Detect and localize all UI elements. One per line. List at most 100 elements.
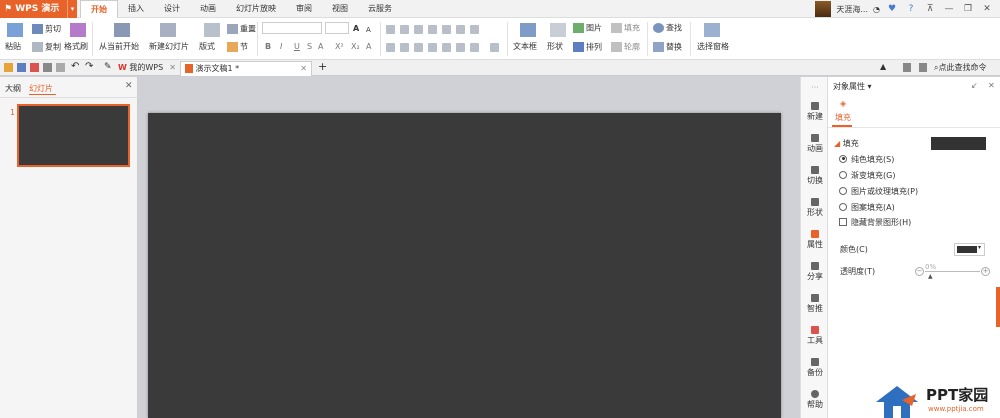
- align-bottom-icon[interactable]: [470, 43, 479, 52]
- tab-close-icon[interactable]: ✕: [300, 62, 307, 76]
- app-menu-button[interactable]: ⚑ WPS 演示 ▾: [0, 0, 77, 18]
- new-slide-button[interactable]: 新建幻灯片: [149, 42, 189, 52]
- textbox-button[interactable]: 文本框: [513, 42, 537, 52]
- paste-button[interactable]: 粘贴: [5, 42, 21, 52]
- align-left-icon[interactable]: [386, 43, 395, 52]
- tab-my-wps[interactable]: W 我的WPS ✕: [114, 61, 180, 76]
- font-grow-button[interactable]: A: [353, 24, 359, 34]
- section-button[interactable]: 节: [227, 42, 248, 53]
- align-right-icon[interactable]: [414, 43, 423, 52]
- undo-icon[interactable]: ↶: [71, 61, 79, 72]
- radio-picture-fill[interactable]: 图片或纹理填充(P): [839, 186, 918, 197]
- customize-toolbar-icon[interactable]: ✎: [104, 62, 112, 72]
- increase-icon[interactable]: +: [981, 267, 990, 276]
- paragraph-settings-icon[interactable]: [490, 43, 499, 52]
- text-direction-icon[interactable]: [456, 25, 465, 34]
- comment-icon[interactable]: [919, 63, 927, 72]
- sidebar-item-share[interactable]: 分享: [801, 262, 829, 282]
- sidebar-item-help[interactable]: 帮助: [801, 390, 829, 410]
- align-top-icon[interactable]: [456, 43, 465, 52]
- tab-insert[interactable]: 插入: [118, 0, 154, 18]
- user-name[interactable]: 天涯海...: [836, 4, 868, 15]
- color-dropdown[interactable]: ▾: [954, 243, 985, 256]
- sidebar-item-animation[interactable]: 动画: [801, 134, 829, 154]
- more-icon[interactable]: ···: [801, 83, 829, 93]
- subscript-button[interactable]: X₂: [351, 42, 360, 52]
- redo-icon[interactable]: ↷: [85, 61, 93, 72]
- slide-thumbnail[interactable]: [17, 104, 130, 167]
- fill-section-header[interactable]: ◢ 填充: [834, 139, 859, 149]
- shape-icon[interactable]: [550, 23, 566, 37]
- tab-fill[interactable]: 填充: [835, 113, 851, 123]
- sidebar-item-transition[interactable]: 切换: [801, 166, 829, 186]
- decrease-icon[interactable]: −: [915, 267, 924, 276]
- tab-cloud[interactable]: 云服务: [358, 0, 402, 18]
- sidebar-item-tools[interactable]: 工具: [801, 326, 829, 346]
- sidebar-item-smart[interactable]: 智推: [801, 294, 829, 314]
- indent-increase-icon[interactable]: [428, 25, 437, 34]
- app-dropdown-icon[interactable]: ▾: [67, 0, 77, 18]
- indent-decrease-icon[interactable]: [414, 25, 423, 34]
- align-center-icon[interactable]: [400, 43, 409, 52]
- close-icon[interactable]: ✕: [980, 4, 994, 14]
- shape-button[interactable]: 形状: [547, 42, 563, 52]
- from-current-button[interactable]: 从当前开始: [99, 42, 139, 52]
- collapse-ribbon-icon[interactable]: ⊼: [923, 4, 937, 14]
- new-slide-icon[interactable]: [160, 23, 176, 37]
- minimize-icon[interactable]: —: [942, 4, 956, 14]
- tab-animation[interactable]: 动画: [190, 0, 226, 18]
- skin-icon[interactable]: ♥: [885, 4, 899, 14]
- format-painter-icon[interactable]: [70, 23, 86, 37]
- save-icon[interactable]: [17, 63, 26, 72]
- help-icon[interactable]: ?: [904, 4, 918, 14]
- export-pdf-icon[interactable]: [30, 63, 39, 72]
- textbox-icon[interactable]: [520, 23, 536, 37]
- print-preview-icon[interactable]: [56, 63, 65, 72]
- pane-title[interactable]: 对象属性 ▾: [833, 82, 872, 92]
- command-search[interactable]: ⌕点此查找命令: [934, 62, 986, 73]
- radio-gradient-fill[interactable]: 渐变填充(G): [839, 170, 895, 181]
- font-size-combo[interactable]: [325, 22, 349, 34]
- cut-button[interactable]: 剪切: [32, 24, 61, 35]
- tab-outline[interactable]: 大纲: [5, 83, 21, 94]
- copy-button[interactable]: 复制: [32, 42, 61, 53]
- transparency-slider-track[interactable]: [925, 271, 980, 272]
- open-folder-icon[interactable]: [4, 63, 13, 72]
- panel-close-icon[interactable]: ✕: [125, 81, 133, 91]
- font-family-combo[interactable]: [262, 22, 322, 34]
- bullets-icon[interactable]: [386, 25, 395, 34]
- reset-button[interactable]: 重置: [227, 24, 256, 35]
- picture-button[interactable]: 图片: [573, 23, 602, 34]
- pin-icon[interactable]: ▲: [880, 62, 886, 71]
- numbering-icon[interactable]: [400, 25, 409, 34]
- format-painter-button[interactable]: 格式刷: [64, 42, 88, 52]
- fill-color-swatch[interactable]: [931, 137, 986, 150]
- clear-format-button[interactable]: A: [366, 42, 371, 52]
- font-shrink-button[interactable]: A: [366, 25, 371, 35]
- tab-design[interactable]: 设计: [154, 0, 190, 18]
- print-icon[interactable]: [43, 63, 52, 72]
- tab-home[interactable]: 开始: [80, 0, 118, 18]
- find-button[interactable]: 查找: [653, 23, 682, 34]
- italic-button[interactable]: I: [280, 42, 282, 52]
- replace-button[interactable]: 替换: [653, 42, 682, 53]
- tab-close-icon[interactable]: ✕: [169, 61, 176, 75]
- superscript-button[interactable]: X²: [335, 42, 344, 52]
- fill-button[interactable]: 填充: [611, 23, 640, 34]
- restore-icon[interactable]: ❐: [961, 4, 975, 14]
- distribute-icon[interactable]: [442, 43, 451, 52]
- hide-background-checkbox[interactable]: 隐藏背景图形(H): [839, 217, 911, 228]
- tab-review[interactable]: 审阅: [286, 0, 322, 18]
- strike-button[interactable]: S: [307, 42, 312, 52]
- slideshow-icon[interactable]: [114, 23, 130, 37]
- select-pane-button[interactable]: 选择窗格: [697, 42, 729, 52]
- arrange-button[interactable]: 排列: [573, 42, 602, 53]
- paste-icon[interactable]: [7, 23, 23, 37]
- underline-button[interactable]: U: [294, 42, 300, 52]
- bold-button[interactable]: B: [265, 42, 271, 52]
- tab-view[interactable]: 视图: [322, 0, 358, 18]
- font-color-button[interactable]: A: [318, 42, 323, 52]
- radio-pattern-fill[interactable]: 图案填充(A): [839, 202, 895, 213]
- pane-dock-icon[interactable]: ↙: [971, 81, 978, 91]
- user-status-icon[interactable]: ◔: [873, 5, 880, 14]
